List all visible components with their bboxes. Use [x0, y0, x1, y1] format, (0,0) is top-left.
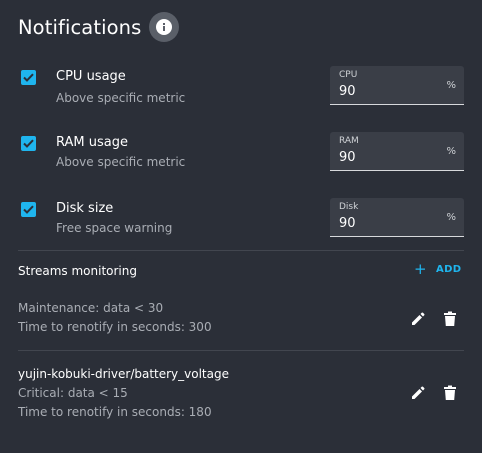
field-unit: %	[446, 212, 456, 223]
metric-subtitle: Above specific metric	[56, 91, 186, 105]
plus-icon: +	[414, 260, 427, 278]
field-value[interactable]: 90	[339, 150, 356, 165]
field-value[interactable]: 90	[339, 216, 356, 231]
metric-row-cpu: CPU usage Above specific metric CPU 90 %	[0, 66, 482, 116]
edit-stream-button[interactable]	[408, 309, 428, 329]
divider	[18, 250, 464, 251]
field-unit: %	[446, 146, 456, 157]
disk-threshold-field[interactable]: Disk 90 %	[330, 198, 464, 237]
stream-condition: Critical: data < 15	[18, 386, 128, 400]
page-title: Notifications	[18, 15, 142, 39]
ram-threshold-field[interactable]: RAM 90 %	[330, 132, 464, 171]
info-icon	[156, 19, 173, 35]
edit-stream-button[interactable]	[408, 383, 428, 403]
metric-title: RAM usage	[56, 135, 128, 150]
notifications-panel: Notifications CPU usage Above specific m…	[0, 0, 482, 453]
metric-subtitle: Above specific metric	[56, 155, 186, 169]
stream-condition: Maintenance: data < 30	[18, 301, 164, 315]
delete-stream-button[interactable]	[440, 383, 460, 403]
trash-icon	[444, 311, 456, 326]
field-label: RAM	[339, 136, 359, 146]
streams-title: Streams monitoring	[18, 264, 137, 278]
divider	[18, 350, 464, 351]
delete-stream-button[interactable]	[440, 309, 460, 329]
info-button[interactable]	[149, 12, 180, 42]
stream-name: yujin-kobuki-driver/battery_voltage	[18, 367, 229, 381]
pencil-icon	[412, 386, 425, 399]
metric-title: Disk size	[56, 201, 114, 216]
metric-title: CPU usage	[56, 69, 126, 84]
field-value[interactable]: 90	[339, 84, 356, 99]
cpu-checkbox[interactable]	[21, 70, 36, 85]
metric-subtitle: Free space warning	[56, 221, 173, 235]
field-unit: %	[446, 80, 456, 91]
add-label: ADD	[435, 264, 462, 275]
field-label: Disk	[339, 202, 359, 212]
check-icon	[23, 139, 34, 148]
stream-item: yujin-kobuki-driver/battery_voltage Crit…	[0, 364, 482, 424]
ram-checkbox[interactable]	[21, 136, 36, 151]
trash-icon	[444, 385, 456, 400]
check-icon	[23, 73, 34, 82]
stream-renotify: Time to renotify in seconds: 300	[18, 320, 212, 334]
disk-checkbox[interactable]	[21, 202, 36, 217]
stream-item: Maintenance: data < 30 Time to renotify …	[0, 296, 482, 346]
metric-row-disk: Disk size Free space warning Disk 90 %	[0, 198, 482, 248]
field-label: CPU	[339, 70, 358, 80]
pencil-icon	[412, 312, 425, 325]
add-stream-button[interactable]: + ADD	[414, 262, 462, 277]
cpu-threshold-field[interactable]: CPU 90 %	[330, 66, 464, 105]
check-icon	[23, 205, 34, 214]
stream-renotify: Time to renotify in seconds: 180	[18, 405, 212, 419]
header: Notifications	[18, 12, 180, 42]
metric-row-ram: RAM usage Above specific metric RAM 90 %	[0, 132, 482, 182]
